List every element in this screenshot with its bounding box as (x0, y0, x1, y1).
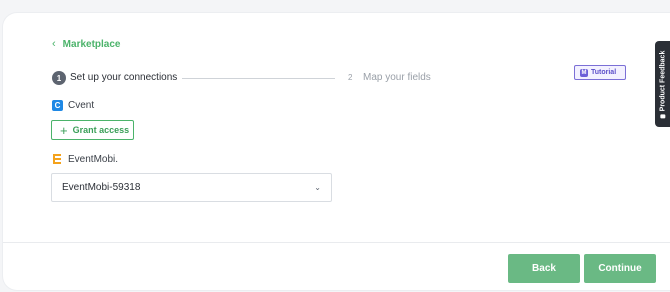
back-link-label: Marketplace (62, 38, 121, 50)
eventmobi-name: EventMobi. (68, 153, 119, 165)
product-feedback-tab[interactable]: Product Feedback (655, 41, 670, 127)
plus-icon: + (60, 122, 68, 138)
step-2-number: 2 (348, 73, 353, 82)
grant-access-button[interactable]: + Grant access (51, 120, 134, 140)
step-2-label: Map your fields (363, 72, 431, 83)
tutorial-label: Tutorial (591, 69, 617, 76)
chevron-down-icon: ⌄ (314, 183, 321, 192)
cvent-name: Cvent (68, 100, 95, 111)
step-1-number: 1 (52, 71, 66, 85)
eventmobi-connection: EventMobi. (52, 153, 118, 165)
footer-divider (3, 242, 670, 243)
chevron-left-icon: ‹ (52, 37, 56, 50)
back-button[interactable]: Back (508, 254, 580, 283)
back-to-marketplace-link[interactable]: ‹ Marketplace (52, 37, 120, 51)
stepper: 1 Set up your connections 2 Map your fie… (52, 71, 442, 87)
stepper-divider (182, 78, 335, 79)
continue-button[interactable]: Continue (584, 254, 656, 283)
product-feedback-label: Product Feedback (659, 50, 666, 111)
eventmobi-account-select[interactable]: EventMobi-59318 ⌄ (51, 173, 332, 202)
eventmobi-logo-icon (52, 153, 63, 165)
grant-access-label: Grant access (72, 125, 130, 135)
tutorial-icon: M (580, 68, 588, 77)
step-1-label: Set up your connections (70, 72, 178, 83)
selected-account-value: EventMobi-59318 (62, 182, 141, 193)
main-panel (3, 13, 670, 290)
cvent-logo-icon: C (52, 100, 63, 111)
feedback-icon (660, 113, 665, 118)
tutorial-button[interactable]: M Tutorial (574, 65, 626, 80)
cvent-connection: C Cvent (52, 100, 94, 111)
